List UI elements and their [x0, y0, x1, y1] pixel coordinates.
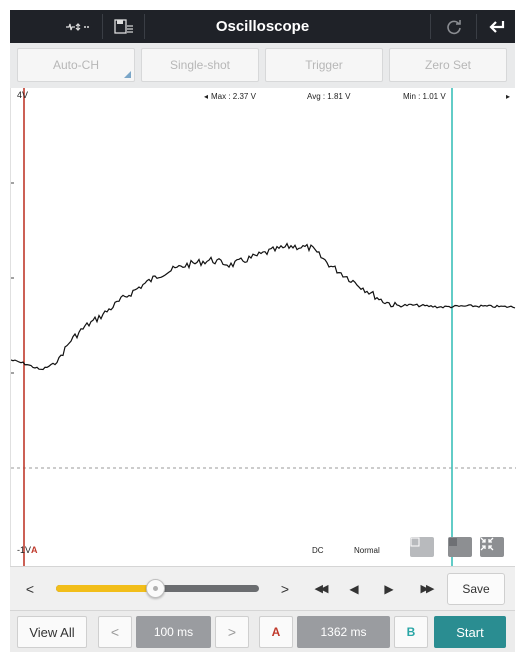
- trigger-label: Trigger: [305, 58, 343, 72]
- max-readout: Max : 2.37 V: [211, 92, 256, 101]
- rewind-icon[interactable]: ◀◀: [307, 567, 333, 611]
- scroll-right-icon[interactable]: ▸: [506, 92, 510, 101]
- timebase-increase-button[interactable]: >: [215, 616, 249, 648]
- cursor-a-marker: A: [31, 545, 38, 555]
- title-bar: Oscilloscope: [10, 10, 515, 43]
- trigger-button[interactable]: Trigger: [265, 48, 383, 82]
- view-all-button[interactable]: View All: [17, 616, 87, 648]
- step-back-icon[interactable]: ◀: [344, 567, 364, 611]
- mode-toolbar: Auto-CH Single-shot Trigger Zero Set: [10, 43, 515, 88]
- stop-icon[interactable]: [448, 537, 472, 557]
- cursor-delta-value: 1362 ms: [297, 616, 390, 648]
- dropdown-corner-icon: [124, 71, 131, 78]
- zero-set-label: Zero Set: [424, 58, 472, 72]
- timebase-decrease-button[interactable]: <: [98, 616, 132, 648]
- avg-readout: Avg : 1.81 V: [307, 92, 351, 101]
- waveform-canvas: [11, 88, 516, 566]
- slider-prev-button[interactable]: <: [20, 567, 40, 611]
- coupling-label: DC: [312, 546, 324, 555]
- min-readout: Min : 1.01 V: [403, 92, 446, 101]
- shrink-icon[interactable]: [480, 537, 504, 557]
- cursor-a-button[interactable]: A: [259, 616, 293, 648]
- channel-toggle-icon[interactable]: [58, 10, 98, 43]
- bottom-controls: View All < 100 ms > A 1362 ms B Start: [10, 610, 515, 652]
- single-shot-button[interactable]: Single-shot: [141, 48, 259, 82]
- fast-forward-icon[interactable]: ▶▶: [413, 567, 439, 611]
- scroll-left-icon[interactable]: ◂: [204, 92, 208, 101]
- grid-icon[interactable]: [410, 537, 434, 557]
- start-button[interactable]: Start: [434, 616, 506, 648]
- slider-thumb[interactable]: [146, 579, 166, 598]
- scope-display[interactable]: 4V ◂ Max : 2.37 V Avg : 1.81 V Min : 1.0…: [10, 88, 516, 566]
- trigger-mode-label: Normal: [354, 546, 380, 555]
- y-min-label: -1V: [17, 545, 32, 555]
- slider-next-button[interactable]: >: [275, 567, 295, 611]
- slider-fill: [56, 585, 156, 592]
- auto-ch-label: Auto-CH: [52, 58, 99, 72]
- waveform-trace: [11, 242, 516, 371]
- single-shot-label: Single-shot: [169, 58, 231, 72]
- timebase-value: 100 ms: [136, 616, 211, 648]
- back-arrow-icon[interactable]: [478, 10, 515, 43]
- refresh-icon[interactable]: [434, 10, 474, 43]
- zero-set-button[interactable]: Zero Set: [389, 48, 507, 82]
- playback-bar: < > ◀◀ ◀ ▶ ▶▶ Save: [10, 566, 515, 610]
- cursor-b-button[interactable]: B: [394, 616, 428, 648]
- play-icon[interactable]: ▶: [379, 567, 399, 611]
- auto-ch-button[interactable]: Auto-CH: [17, 48, 135, 82]
- save-file-icon[interactable]: [106, 10, 142, 43]
- y-max-label: 4V: [17, 90, 29, 100]
- save-button[interactable]: Save: [447, 573, 505, 605]
